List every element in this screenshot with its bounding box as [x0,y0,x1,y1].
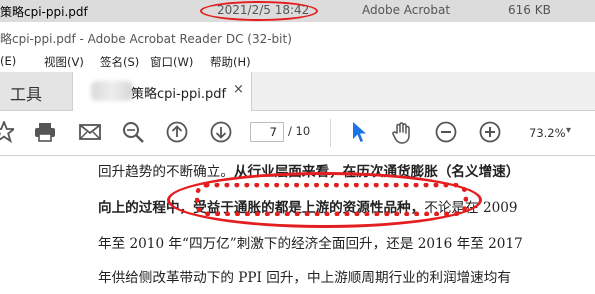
search-zoom-icon[interactable] [122,121,146,147]
highlight-annotation-dotted-box [195,183,468,216]
file-size: 616 KB [508,3,551,17]
tab-tools-label: 工具 [10,85,43,104]
menu-sign[interactable]: 签名(S) [100,54,139,70]
text-line-4: 年供给侧改革带动下的 PPI 回升，中上游顺周期行业的利润增速均有 [98,266,511,286]
tab-strip: 工具 策略cpi-ppi.pdf × [0,72,595,111]
page-number-input[interactable]: 7 [250,122,284,142]
file-name: 策略cpi-ppi.pdf [0,5,88,19]
toolbar-divider [330,119,331,147]
blurred-tab-text [91,81,133,101]
zoom-out-icon[interactable] [435,121,457,147]
menu-help[interactable]: 帮助(H) [210,54,251,70]
email-icon[interactable] [79,121,101,147]
toolbar: 7 / 10 73.2% ▾ [0,111,595,156]
select-pointer-icon[interactable] [350,121,368,147]
menu-edit[interactable]: (E) [0,54,16,68]
page-up-icon[interactable] [166,121,188,147]
star-icon[interactable] [0,119,17,147]
window-title: 略cpi-ppi.pdf - Adobe Acrobat Reader DC (… [0,32,292,46]
title-bar: 略cpi-ppi.pdf - Adobe Acrobat Reader DC (… [0,22,595,50]
print-icon[interactable] [34,121,56,147]
zoom-value: 73.2% [529,126,566,140]
page-down-icon[interactable] [210,121,232,147]
menu-view[interactable]: 视图(V) [44,54,84,70]
zoom-select[interactable]: 73.2% ▾ [520,122,580,144]
menu-bar: (E) 视图(V) 签名(S) 窗口(W) 帮助(H) [0,50,595,72]
tab-tools[interactable]: 工具 [0,72,73,110]
text-segment: 回升趋势的不断确立。 [98,164,234,180]
date-annotation-circle [200,1,318,21]
file-app: Adobe Acrobat [362,3,451,17]
hand-icon[interactable] [390,121,414,149]
text-segment: 年供给侧改革带动下的 PPI 回升，中上游顺周期行业的利润增速均有 [98,270,511,286]
text-segment: 年至 2010 年“四万亿”刺激下的经济全面回升，还是 2016 年至 2017 [98,236,523,252]
tab-document[interactable]: 策略cpi-ppi.pdf × [73,72,252,111]
chevron-down-icon: ▾ [566,125,572,136]
zoom-in-icon[interactable] [479,121,501,147]
menu-window[interactable]: 窗口(W) [150,54,193,70]
page-total: / 10 [288,124,311,138]
tab-close-icon[interactable]: × [233,82,244,97]
text-line-3: 年至 2010 年“四万亿”刺激下的经济全面回升，还是 2016 年至 2017 [98,232,523,252]
tab-document-label: 策略cpi-ppi.pdf [131,87,227,102]
